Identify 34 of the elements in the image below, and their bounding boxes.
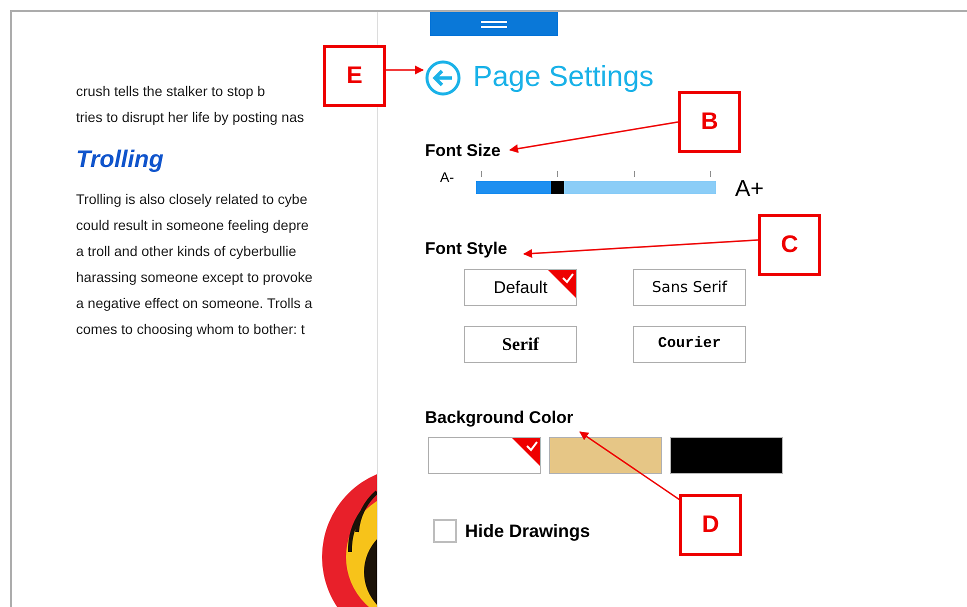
text-line: tries to disrupt her life by posting nas — [76, 108, 304, 127]
font-style-button[interactable]: Default — [464, 269, 577, 306]
selected-check-icon — [548, 270, 576, 298]
callout-label: D — [679, 494, 742, 556]
section-heading: Trolling — [76, 145, 164, 175]
font-style-button[interactable]: Sans Serif — [633, 269, 746, 306]
drag-handle[interactable] — [430, 12, 558, 36]
text-line: comes to choosing whom to bother: t — [76, 320, 305, 339]
hide-drawings-checkbox[interactable] — [433, 519, 457, 543]
color-swatch[interactable] — [670, 436, 783, 474]
text-line: Trolling is also closely related to cybe — [76, 190, 308, 209]
callout-label: B — [678, 91, 741, 153]
text-line: crush tells the stalker to stop b — [76, 82, 266, 101]
font-style-button[interactable]: Courier — [633, 326, 746, 363]
text-line: harassing someone except to provoke — [76, 268, 313, 287]
increase-font-label: A+ — [735, 174, 764, 203]
font-size-slider[interactable] — [476, 181, 716, 194]
text-line: a negative effect on someone. Trolls a — [76, 294, 312, 313]
section-label: Font Size — [425, 140, 501, 162]
color-swatch[interactable] — [428, 436, 541, 474]
text-line: a troll and other kinds of cyberbullie — [76, 242, 296, 261]
checkbox-label: Hide Drawings — [465, 520, 590, 543]
callout-label: E — [323, 45, 386, 107]
annotation-arrow — [386, 66, 424, 74]
callout-label: C — [758, 214, 821, 276]
section-label: Background Color — [425, 407, 574, 429]
section-label: Font Style — [425, 238, 508, 260]
text-line: could result in someone feeling depre — [76, 216, 309, 235]
decrease-font-label: A- — [440, 168, 455, 187]
color-swatch[interactable] — [549, 436, 662, 474]
page-title: Page Settings — [473, 60, 654, 95]
font-style-button[interactable]: Serif — [464, 326, 577, 363]
slider-thumb[interactable] — [550, 181, 564, 194]
selected-check-icon — [512, 438, 540, 466]
